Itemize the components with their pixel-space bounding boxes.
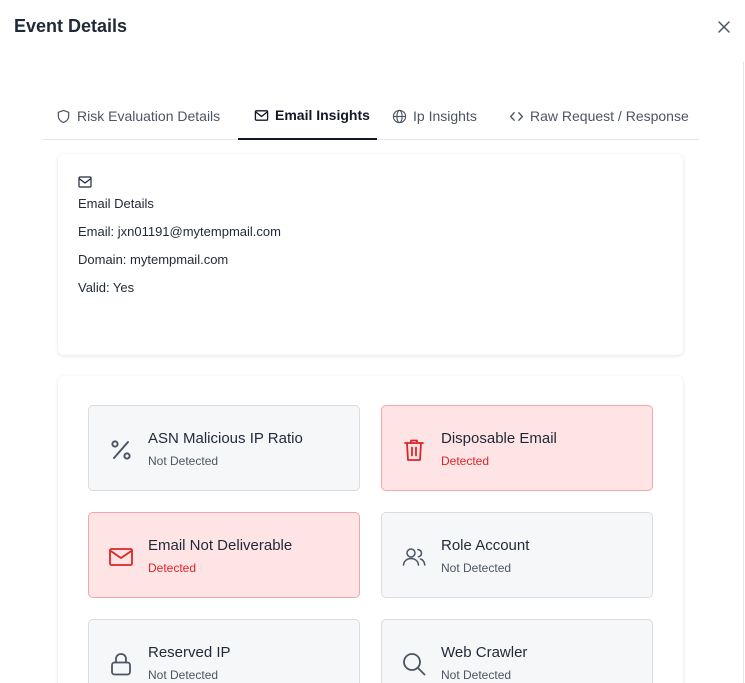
insight-name: Email Not Deliverable — [148, 537, 293, 554]
globe-icon — [392, 109, 407, 123]
email-details-card: Email Details Email: jxn01191@mytempmail… — [58, 154, 683, 355]
percent-icon — [111, 440, 131, 460]
insight-disposable-email: Disposable Email Detected — [381, 405, 653, 491]
insight-status: Not Detected — [441, 668, 512, 682]
tab-label: Ip Insights — [413, 108, 477, 124]
domain-value: Domain: mytempmail.com — [78, 252, 229, 267]
insight-asn-malicious-ip-ratio: ASN Malicious IP Ratio Not Detected — [88, 405, 360, 491]
code-icon — [510, 111, 523, 121]
insight-role-account: Role Account Not Detected — [381, 512, 653, 598]
mail-icon — [109, 548, 133, 566]
insight-status: Not Detected — [441, 561, 512, 575]
insight-status: Detected — [148, 561, 197, 575]
insight-email-not-deliverable: Email Not Deliverable Detected — [88, 512, 360, 598]
insight-status: Detected — [441, 454, 490, 468]
mail-icon — [78, 176, 92, 188]
insight-web-crawler: Web Crawler Not Detected — [381, 619, 653, 683]
close-icon — [718, 21, 730, 33]
insight-status: Not Detected — [148, 668, 219, 682]
dialog-title: Event Details — [14, 16, 128, 36]
tab-email-insights[interactable]: Email Insights — [238, 92, 377, 140]
insight-name: Disposable Email — [441, 430, 557, 447]
email-value: Email: jxn01191@mytempmail.com — [78, 224, 281, 239]
insight-name: Reserved IP — [148, 644, 231, 661]
insight-name: ASN Malicious IP Ratio — [148, 430, 303, 447]
lock-icon — [111, 653, 131, 676]
close-button[interactable] — [712, 15, 736, 39]
insight-status: Not Detected — [148, 454, 219, 468]
tab-bar: Risk Evaluation Details Email Insights I… — [42, 92, 699, 140]
tab-label: Raw Request / Response — [530, 108, 689, 124]
tab-label: Risk Evaluation Details — [77, 108, 221, 124]
insight-name: Role Account — [441, 537, 530, 554]
shield-icon — [57, 109, 70, 123]
insights-card: ASN Malicious IP Ratio Not Detected Disp… — [58, 376, 683, 683]
email-details-heading: Email Details — [78, 196, 154, 211]
mail-icon — [254, 109, 269, 121]
search-icon — [403, 653, 426, 676]
trash-icon — [404, 439, 424, 461]
tab-risk-evaluation-details[interactable]: Risk Evaluation Details — [56, 92, 220, 140]
insight-name: Web Crawler — [441, 644, 528, 661]
scrollbar-track[interactable] — [743, 62, 744, 683]
tab-raw-request-response[interactable]: Raw Request / Response — [509, 92, 689, 140]
users-icon — [402, 548, 426, 566]
dialog-header: Event Details — [0, 0, 745, 56]
insight-reserved-ip: Reserved IP Not Detected — [88, 619, 360, 683]
tab-ip-insights[interactable]: Ip Insights — [392, 92, 477, 140]
valid-value: Valid: Yes — [78, 280, 135, 295]
tab-label: Email Insights — [275, 107, 370, 123]
